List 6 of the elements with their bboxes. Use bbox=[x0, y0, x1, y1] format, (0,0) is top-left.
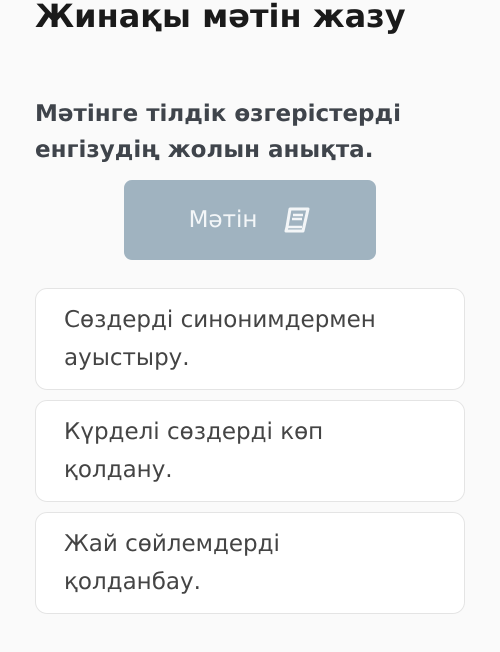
page-title: Жинақы мәтін жазу bbox=[35, 0, 407, 37]
book-icon bbox=[283, 207, 312, 233]
answer-option[interactable]: Күрделі сөздерді көп қолдану. bbox=[35, 400, 465, 502]
answer-option[interactable]: Сөздерді синонимдермен ауыстыру. bbox=[35, 288, 465, 390]
question-text: Мәтінге тілдік өзгерістерді енгізудің жолын анықта. bbox=[35, 100, 402, 165]
answer-option[interactable]: Жай сөйлемдерді қолданбау. bbox=[35, 512, 465, 614]
